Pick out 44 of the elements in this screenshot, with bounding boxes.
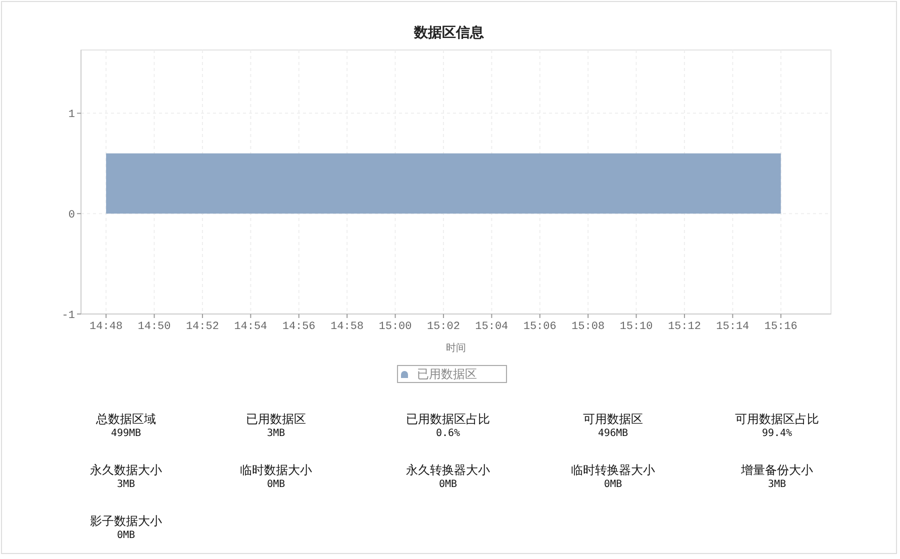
legend-marker-icon: [401, 370, 408, 378]
y-tick-label: 0: [68, 210, 75, 222]
stat-value: 0.6%: [434, 427, 462, 440]
stat-value: 499MB: [110, 427, 142, 440]
stat-label: 增量备份大小: [740, 463, 814, 478]
stat-label: 临时数据大小: [239, 463, 313, 478]
stat-label: 临时转换器大小: [570, 463, 656, 478]
legend-label: 已用数据区: [417, 366, 477, 382]
x-tick-label: 15:12: [668, 321, 701, 331]
stat-value: 0MB: [602, 478, 624, 491]
x-tick-label: 15:10: [620, 321, 653, 331]
stat-label: 永久数据大小: [89, 463, 163, 478]
stat-label: 永久转换器大小: [405, 463, 491, 478]
stat-label: 已用数据区占比: [405, 412, 491, 427]
stat-label: 已用数据区: [245, 412, 307, 427]
stat-label: 影子数据大小: [89, 514, 163, 529]
stat-value: 3MB: [116, 478, 136, 491]
x-tick-label: 14:58: [330, 321, 364, 331]
x-tick-label: 15:02: [426, 321, 460, 331]
x-tick-label: 15:04: [475, 321, 508, 331]
x-tick-label: 15:08: [572, 321, 605, 331]
x-tick-label: 15:16: [764, 321, 798, 331]
x-tick-label: 14:48: [90, 321, 123, 331]
chart-title: 数据区信息: [412, 24, 485, 43]
x-tick-label: 15:14: [716, 321, 750, 331]
x-tick-label: 15:00: [378, 321, 412, 331]
stat-value: 3MB: [266, 427, 286, 440]
x-tick-label: 15:06: [523, 321, 556, 331]
x-tick-label: 14:54: [234, 321, 268, 331]
stat-label: 可用数据区占比: [734, 412, 820, 427]
x-tick-label: 14:52: [186, 321, 219, 331]
stat-label: 总数据区域: [95, 412, 157, 427]
stat-value: 0MB: [116, 529, 136, 542]
x-tick-label: 14:56: [282, 321, 316, 331]
stat-label: 可用数据区: [582, 412, 644, 427]
stat-value: 0MB: [266, 478, 286, 491]
stat-value: 0MB: [438, 478, 458, 491]
stat-value: 99.4%: [760, 427, 794, 440]
stat-value: 496MB: [596, 427, 630, 440]
y-tick-label: 1: [68, 109, 75, 122]
x-tick-label: 14:50: [138, 321, 171, 331]
stat-value: 3MB: [766, 478, 788, 491]
axis-title: 时间: [445, 342, 467, 356]
y-tick-label: -1: [62, 310, 75, 322]
